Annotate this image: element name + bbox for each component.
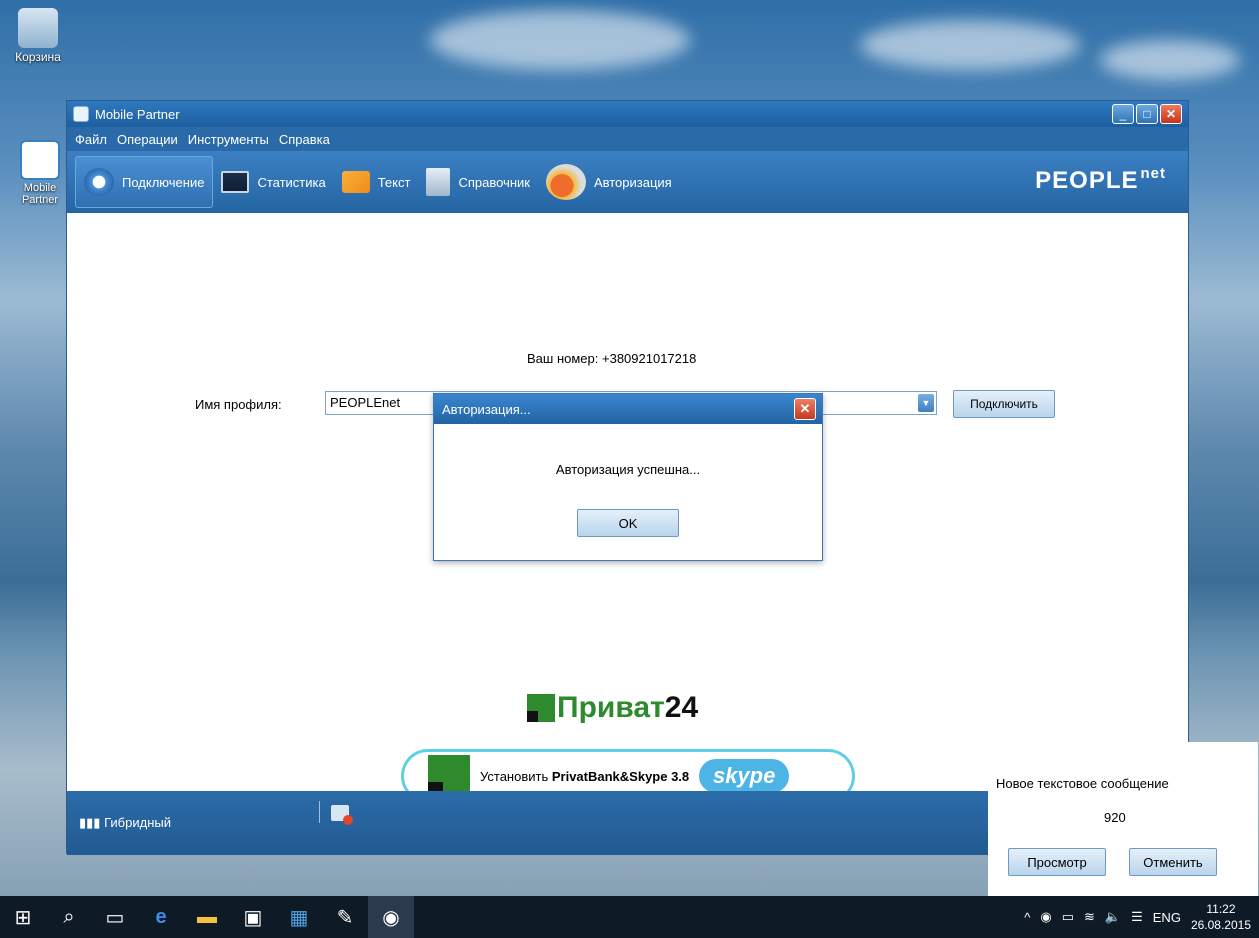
banner-prefix: Установить (480, 768, 549, 784)
tab-label: Статистика (257, 174, 326, 190)
refresh-icon (84, 168, 114, 196)
system-tray: ^ ◉ ▭ ≋ 🔈 ☰ ENG 11:22 26.08.2015 (1024, 896, 1251, 938)
edge-icon[interactable]: e (138, 896, 184, 938)
dialog-close-button[interactable]: ✕ (794, 398, 816, 420)
authorization-dialog: Авторизация... ✕ Авторизация успешна... … (433, 393, 823, 561)
tab-label: Текст (377, 174, 411, 190)
toolbar: Подключение Статистика Текст Справочник … (67, 151, 1188, 213)
desktop-icon-label: Mobile Partner (21, 182, 59, 206)
brand-sup: net (1140, 165, 1166, 182)
status-divider (319, 801, 320, 823)
privat-brand-number: 24 (664, 691, 699, 724)
wifi-icon[interactable]: ≋ (1084, 909, 1095, 925)
dialog-title-bar[interactable]: Авторизация... ✕ (434, 394, 822, 424)
tab-statistics[interactable]: Статистика (213, 156, 333, 208)
banner-text: Установить PrivatBank&Skype 3.8 (480, 769, 689, 784)
volume-icon[interactable]: 🔈 (1105, 909, 1121, 925)
recycle-bin-icon (18, 8, 58, 48)
search-icon[interactable]: ⌕ (46, 896, 92, 938)
skype-logo: skype (699, 759, 790, 793)
profile-name-value: PEOPLEnet (330, 395, 401, 410)
tab-authorization[interactable]: Авторизация (538, 156, 680, 208)
desktop-icon-mobile-partner[interactable]: Mobile Partner (18, 140, 62, 206)
phone-number-label: Ваш номер: (527, 351, 599, 366)
privat-brand-word: Приват (557, 691, 665, 724)
profile-name-label: Имя профиля: (195, 397, 282, 412)
mobile-partner-taskbar-icon[interactable]: ◉ (368, 896, 414, 938)
contacts-icon (426, 168, 451, 196)
signal-icon: ▮▮▮ (79, 815, 101, 830)
media-icon[interactable]: ✎ (322, 896, 368, 938)
network-mode-label: Гибридный (104, 815, 171, 830)
cloud (430, 10, 690, 70)
windows-start-icon[interactable]: ⊞ (0, 896, 46, 938)
phone-number-line: Ваш номер: +380921017218 (527, 351, 696, 366)
cancel-button[interactable]: Отменить (1129, 848, 1217, 876)
connection-panel: Ваш номер: +380921017218 Имя профиля: PE… (67, 213, 1188, 803)
network-mode: ▮▮▮ Гибридный (79, 815, 171, 831)
privat-brand: Приват24 (557, 691, 698, 725)
tab-connection[interactable]: Подключение (75, 156, 214, 208)
clock-time: 11:22 (1206, 902, 1236, 916)
dialog-message: Авторизация успешна... (555, 462, 701, 477)
cloud (860, 20, 1080, 70)
desktop-icon-label: Корзина (15, 50, 61, 64)
window-controls: _ □ ✕ (1112, 104, 1182, 124)
window-title: Mobile Partner (95, 106, 180, 122)
phone-number-value: +380921017218 (602, 351, 697, 366)
mobile-partner-window: Mobile Partner _ □ ✕ Файл Операции Инстр… (66, 100, 1189, 855)
peoplenet-logo: PEOPLE net (1035, 165, 1166, 195)
tab-text[interactable]: Текст (334, 156, 419, 208)
chevron-up-icon[interactable]: ^ (1024, 910, 1030, 925)
clock-date: 26.08.2015 (1190, 918, 1251, 932)
sms-error-icon[interactable] (331, 805, 353, 825)
menu-help[interactable]: Справка (279, 132, 330, 147)
task-view-icon[interactable]: ▭ (92, 896, 138, 938)
privat24-logo: Приват24 (527, 691, 698, 725)
notification-count: 920 (1104, 810, 1126, 825)
tab-label: Авторизация (593, 174, 672, 190)
cloud (1100, 40, 1240, 80)
tab-label: Справочник (458, 174, 530, 190)
menu-file[interactable]: Файл (75, 132, 107, 147)
banner-product: PrivatBank&Skype 3.8 (551, 768, 690, 784)
store-icon[interactable]: ▣ (230, 896, 276, 938)
minimize-button[interactable]: _ (1112, 104, 1134, 124)
title-bar[interactable]: Mobile Partner _ □ ✕ (67, 101, 1188, 127)
notifications-icon[interactable]: ☰ (1131, 909, 1143, 925)
brand-main: PEOPLE (1035, 167, 1139, 194)
privat-logo-icon (527, 694, 555, 722)
menu-operations[interactable]: Операции (117, 132, 178, 147)
app-icon (73, 106, 89, 122)
view-button[interactable]: Просмотр (1008, 848, 1106, 876)
maximize-button[interactable]: □ (1136, 104, 1158, 124)
clock[interactable]: 11:22 26.08.2015 (1191, 901, 1251, 933)
envelope-icon (341, 171, 370, 193)
menu-tools[interactable]: Инструменты (188, 132, 269, 147)
dialog-title: Авторизация... (442, 401, 531, 417)
tab-directory[interactable]: Справочник (418, 156, 538, 208)
authorization-icon (545, 164, 586, 200)
menu-bar: Файл Операции Инструменты Справка (67, 127, 1188, 151)
tab-label: Подключение (122, 174, 205, 190)
stats-icon (221, 171, 250, 193)
taskbar: ⊞ ⌕ ▭ e ▬ ▣ ▦ ✎ ◉ ^ ◉ ▭ ≋ 🔈 ☰ ENG 11:22 … (0, 896, 1259, 938)
mobile-partner-tray-icon[interactable]: ◉ (1040, 909, 1051, 925)
ok-button[interactable]: OK (577, 509, 679, 537)
close-button[interactable]: ✕ (1160, 104, 1182, 124)
control-panel-icon[interactable]: ▦ (276, 896, 322, 938)
desktop-icon-recycle-bin[interactable]: Корзина (6, 8, 70, 64)
chevron-down-icon[interactable]: ▼ (918, 394, 934, 412)
language-indicator[interactable]: ENG (1153, 910, 1181, 925)
mobile-partner-icon (20, 140, 60, 180)
connect-button[interactable]: Подключить (953, 390, 1055, 418)
new-message-notification: Новое текстовое сообщение 920 Просмотр О… (988, 742, 1258, 896)
power-icon[interactable]: ▭ (1062, 909, 1074, 925)
file-explorer-icon[interactable]: ▬ (184, 896, 230, 938)
notification-title: Новое текстовое сообщение (996, 776, 1169, 791)
